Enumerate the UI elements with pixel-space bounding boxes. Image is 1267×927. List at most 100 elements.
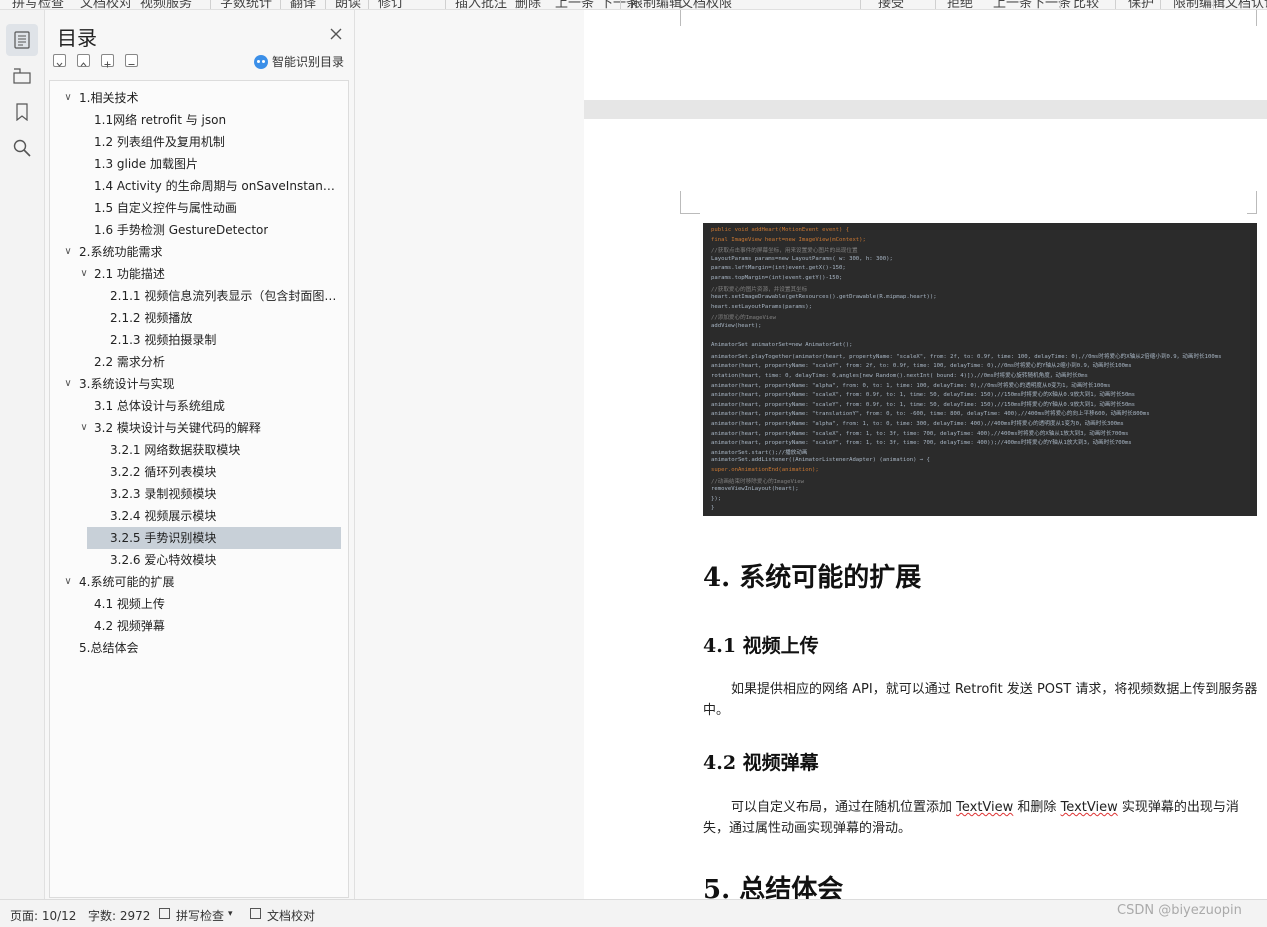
top-toolbar: 拼写检查文档校对视频服务字数统计翻译朗读修订插入批注删除上一条下一条限制编辑文档…	[0, 0, 1267, 10]
toolbar-item[interactable]: 朗读	[335, 0, 361, 9]
toc-item[interactable]: 2.2 需求分析	[50, 351, 348, 373]
toolbar-item[interactable]: 文档校对	[80, 0, 132, 9]
toc-item[interactable]: 1.3 glide 加载图片	[50, 153, 348, 175]
toolbar-item[interactable]: 限制编辑	[1173, 0, 1225, 9]
toc-item[interactable]: ∨ 2.1 功能描述	[50, 263, 348, 285]
chevron-down-icon[interactable]: ∨	[62, 87, 74, 109]
toolbar-item[interactable]: 文档权限	[680, 0, 732, 9]
toolbar-separator	[1060, 0, 1061, 9]
chevron-down-icon[interactable]: ∨	[62, 373, 74, 395]
toc-item-label: 3.2.5 手势识别模块	[110, 531, 217, 545]
toc-item-label: 1.3 glide 加载图片	[94, 157, 198, 171]
toc-item[interactable]: ∨ 4.系统可能的扩展	[50, 571, 348, 593]
code-line: animatorSet.playTogether(animator(heart,…	[711, 353, 1222, 360]
toolbar-item[interactable]: 上一条	[993, 0, 1032, 9]
paragraph-text: 可以自定义布局，通过在随机位置添加	[731, 800, 957, 815]
toc-item[interactable]: 5.总结体会	[50, 637, 348, 659]
code-line: animator(heart, propertyName: "scaleX", …	[711, 430, 1129, 437]
spellcheck-toggle[interactable]: 拼写检查	[176, 907, 224, 924]
toc-item-label: 3.系统设计与实现	[79, 377, 175, 391]
toc-item[interactable]: ∨ 2.系统功能需求	[50, 241, 348, 263]
word-count[interactable]: 字数: 2972	[88, 907, 150, 924]
toc-item[interactable]: 4.2 视频弹幕	[50, 615, 348, 637]
proofread-icon	[250, 908, 261, 919]
toc-tree: ∨ 1.相关技术 1.1网络 retrofit 与 json 1.2 列表组件及复用机…	[50, 87, 348, 659]
toolbar-separator	[1160, 0, 1161, 9]
toc-item[interactable]: 3.1 总体设计与系统组成	[50, 395, 348, 417]
toolbar-item[interactable]: 删除	[515, 0, 541, 9]
toolbar-item[interactable]: 修订	[378, 0, 404, 9]
chevron-down-icon[interactable]: ∨	[78, 417, 90, 439]
toc-item-label: 2.1.1 视频信息流列表显示（包含封面图片）	[110, 289, 338, 303]
toolbar-separator	[665, 0, 666, 9]
expand-all-icon[interactable]	[101, 54, 114, 68]
toc-item[interactable]: 2.1.3 视频拍摄录制	[50, 329, 348, 351]
toolbar-item[interactable]: 拒绝	[947, 0, 973, 9]
toc-item-label: 3.2.1 网络数据获取模块	[110, 443, 241, 457]
toolbar-item[interactable]: 拼写检查	[12, 0, 64, 9]
toc-item-label: 2.1 功能描述	[94, 267, 165, 281]
search-icon[interactable]	[6, 132, 38, 164]
toc-item[interactable]: 1.4 Activity 的生命周期与 onSaveInstanceState	[50, 175, 348, 197]
toc-item[interactable]: 1.1网络 retrofit 与 json	[50, 109, 348, 131]
code-screenshot: public void addHeart(MotionEvent event) …	[703, 223, 1257, 516]
toc-panel: 目录 智能识别目录 ∨ 1.相关技术 1.1网络 retrofit 与 json 1.…	[45, 10, 355, 899]
toc-item-label: 1.相关技术	[79, 91, 139, 105]
smart-toc-button[interactable]: 智能识别目录	[254, 53, 344, 70]
collapse-one-level-icon[interactable]	[77, 54, 90, 67]
toc-item[interactable]: 3.2.5 手势识别模块	[50, 527, 348, 549]
toolbar-item[interactable]: 保护	[1128, 0, 1154, 9]
toolbar-item[interactable]: 翻译	[290, 0, 316, 9]
chevron-down-icon[interactable]: ∨	[78, 263, 90, 285]
nav-pane-icon[interactable]	[6, 60, 38, 92]
toc-item[interactable]: 1.2 列表组件及复用机制	[50, 131, 348, 153]
code-line: animatorSet.addListener((AnimatorListene…	[711, 457, 930, 464]
toolbar-item[interactable]: 限制编辑	[630, 0, 682, 9]
toc-item[interactable]: 1.5 自定义控件与属性动画	[50, 197, 348, 219]
toc-item[interactable]: 3.2.2 循环列表模块	[50, 461, 348, 483]
code-line: public void addHeart(MotionEvent event) …	[711, 227, 850, 233]
page-indicator[interactable]: 页面: 10/12	[10, 907, 76, 924]
toolbar-item[interactable]: 插入批注	[455, 0, 507, 9]
toc-item[interactable]: ∨ 3.系统设计与实现	[50, 373, 348, 395]
expand-one-level-icon[interactable]	[53, 54, 66, 67]
toolbar-item[interactable]: 视频服务	[140, 0, 192, 9]
toolbar-item[interactable]: 字数统计	[220, 0, 272, 9]
toc-item[interactable]: 1.6 手势检测 GestureDetector	[50, 219, 348, 241]
heading-4-1: 4.1 视频上传	[703, 635, 819, 657]
chevron-down-icon[interactable]: ▾	[228, 909, 233, 919]
toolbar-item[interactable]: 接受	[878, 0, 904, 9]
toolbar-item[interactable]: 上一条	[555, 0, 594, 9]
code-line: animator(heart, propertyName: "scaleX", …	[711, 392, 1136, 399]
code-line: super.onAnimationEnd(animation);	[711, 467, 819, 473]
toc-item[interactable]: 4.1 视频上传	[50, 593, 348, 615]
toc-item[interactable]: ∨ 1.相关技术	[50, 87, 348, 109]
left-icon-rail	[0, 10, 45, 899]
toc-item[interactable]: 2.1.1 视频信息流列表显示（包含封面图片）	[50, 285, 348, 307]
bookmark-icon[interactable]	[6, 96, 38, 128]
toc-item-label: 3.2 模块设计与关键代码的解释	[94, 421, 261, 435]
toolbar-item[interactable]: 比较	[1073, 0, 1099, 9]
toc-item[interactable]: 3.2.4 视频展示模块	[50, 505, 348, 527]
collapse-all-icon[interactable]	[125, 54, 138, 67]
close-icon[interactable]	[329, 26, 343, 40]
spellcheck-word[interactable]: TextView	[956, 800, 1013, 815]
chevron-down-icon[interactable]: ∨	[62, 241, 74, 263]
status-bar: 页面: 10/12 字数: 2972 拼写检查 ▾ 文档校对	[0, 899, 1267, 927]
toc-item[interactable]: 3.2.3 录制视频模块	[50, 483, 348, 505]
toc-item[interactable]: 2.1.2 视频播放	[50, 307, 348, 329]
spellcheck-word[interactable]: TextView	[1061, 800, 1118, 815]
toc-item[interactable]: ∨ 3.2 模块设计与关键代码的解释	[50, 417, 348, 439]
toolbar-separator	[860, 0, 861, 9]
toolbar-item[interactable]: 文档认证	[1225, 0, 1267, 9]
toc-item-label: 3.2.2 循环列表模块	[110, 465, 217, 479]
toc-item[interactable]: 3.2.6 爱心特效模块	[50, 549, 348, 571]
toc-icon[interactable]	[6, 24, 38, 56]
ai-assistant-icon	[254, 54, 268, 69]
code-line: //添加爱心的ImageView	[711, 315, 777, 322]
page-margin-mark	[1247, 213, 1257, 214]
proofread-button[interactable]: 文档校对	[267, 907, 315, 924]
toc-item[interactable]: 3.2.1 网络数据获取模块	[50, 439, 348, 461]
chevron-down-icon[interactable]: ∨	[62, 571, 74, 593]
toolbar-item[interactable]: 下一条	[1032, 0, 1071, 9]
